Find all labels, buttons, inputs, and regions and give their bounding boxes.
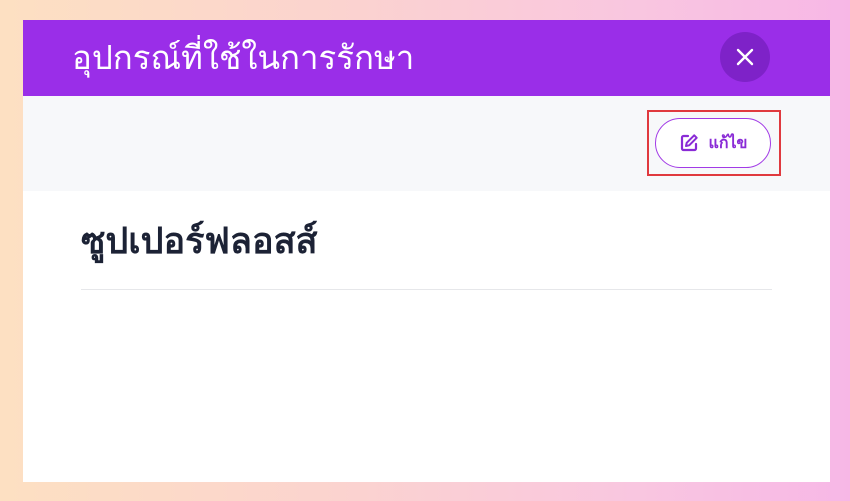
close-icon: [736, 48, 754, 66]
modal-toolbar: แก้ไข: [23, 96, 830, 191]
equipment-name: ซูปเปอร์ฟลอสส์: [81, 221, 318, 262]
edit-button-label: แก้ไข: [708, 133, 748, 152]
modal-title: อุปกรณ์ที่ใช้ในการรักษา: [72, 38, 415, 77]
modal-content: ซูปเปอร์ฟลอสส์: [23, 191, 830, 290]
modal-header: อุปกรณ์ที่ใช้ในการรักษา: [23, 20, 830, 96]
close-button[interactable]: [720, 32, 770, 82]
edit-button[interactable]: แก้ไข: [655, 118, 771, 168]
edit-icon: [680, 134, 698, 152]
treatment-equipment-modal: อุปกรณ์ที่ใช้ในการรักษา แก้ไข ซูปเปอร์ฟล…: [23, 20, 830, 482]
divider: [81, 289, 772, 290]
